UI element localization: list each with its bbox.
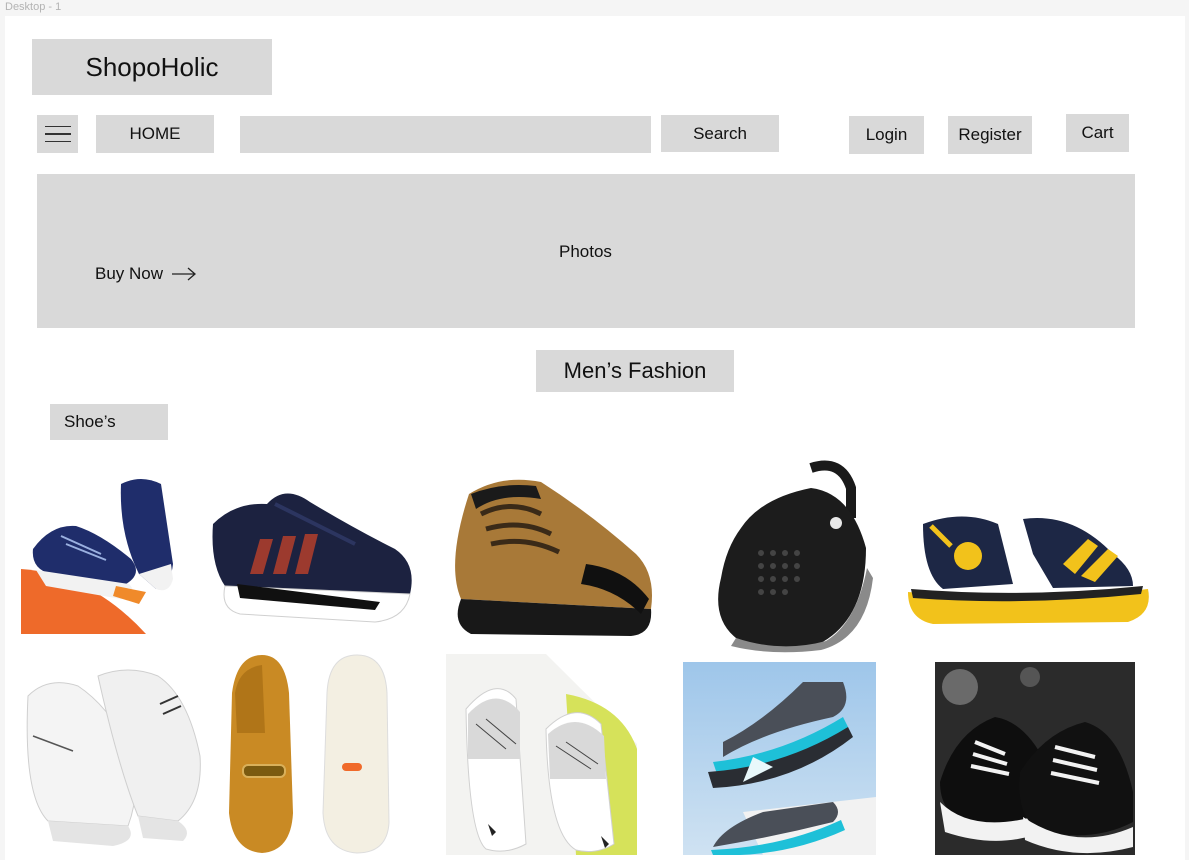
- product-image-5[interactable]: [903, 494, 1153, 629]
- product-image-10[interactable]: [935, 662, 1135, 855]
- buy-now-button[interactable]: Buy Now: [95, 264, 197, 284]
- product-image-8[interactable]: [446, 654, 637, 855]
- hero-banner: Photos Buy Now: [37, 174, 1135, 328]
- clog-icon: [701, 458, 873, 653]
- product-image-7[interactable]: [217, 653, 399, 855]
- banner-photo-placeholder: Photos: [559, 242, 612, 261]
- frame-label: Desktop - 1: [5, 1, 62, 13]
- arrow-right-icon: [172, 267, 197, 281]
- running-shoes-icon: [21, 474, 183, 634]
- sport-sandals-icon: [683, 662, 876, 855]
- product-image-4[interactable]: [701, 458, 873, 653]
- search-input[interactable]: [240, 116, 651, 153]
- white-sneakers-icon: [18, 656, 204, 856]
- product-image-3[interactable]: [441, 474, 659, 639]
- hamburger-menu-button[interactable]: [37, 115, 78, 153]
- sneaker-icon: [205, 474, 420, 634]
- site-logo[interactable]: ShopoHolic: [32, 39, 272, 95]
- loafer-icon: [217, 653, 399, 855]
- product-image-1[interactable]: [21, 474, 183, 634]
- menu-line-icon: [44, 133, 71, 135]
- register-button[interactable]: Register: [948, 116, 1032, 154]
- search-button[interactable]: Search: [661, 115, 779, 152]
- category-tab-shoes[interactable]: Shoe’s: [50, 404, 168, 440]
- product-image-2[interactable]: [205, 474, 420, 634]
- home-button[interactable]: HOME: [96, 115, 214, 153]
- cart-button[interactable]: Cart: [1066, 114, 1129, 152]
- slides-icon: [446, 654, 637, 855]
- menu-line-icon: [44, 140, 71, 143]
- buy-now-label: Buy Now: [95, 264, 164, 283]
- menu-line-icon: [44, 125, 71, 128]
- product-image-6[interactable]: [18, 656, 204, 856]
- section-title: Men’s Fashion: [536, 350, 734, 392]
- sandal-icon: [903, 494, 1153, 629]
- page-frame: ShopoHolic HOME Search Login Register Ca…: [5, 16, 1185, 860]
- trekking-boot-icon: [441, 474, 659, 639]
- canvas-sneakers-icon: [935, 662, 1135, 855]
- login-button[interactable]: Login: [849, 116, 924, 154]
- product-image-9[interactable]: [683, 662, 876, 855]
